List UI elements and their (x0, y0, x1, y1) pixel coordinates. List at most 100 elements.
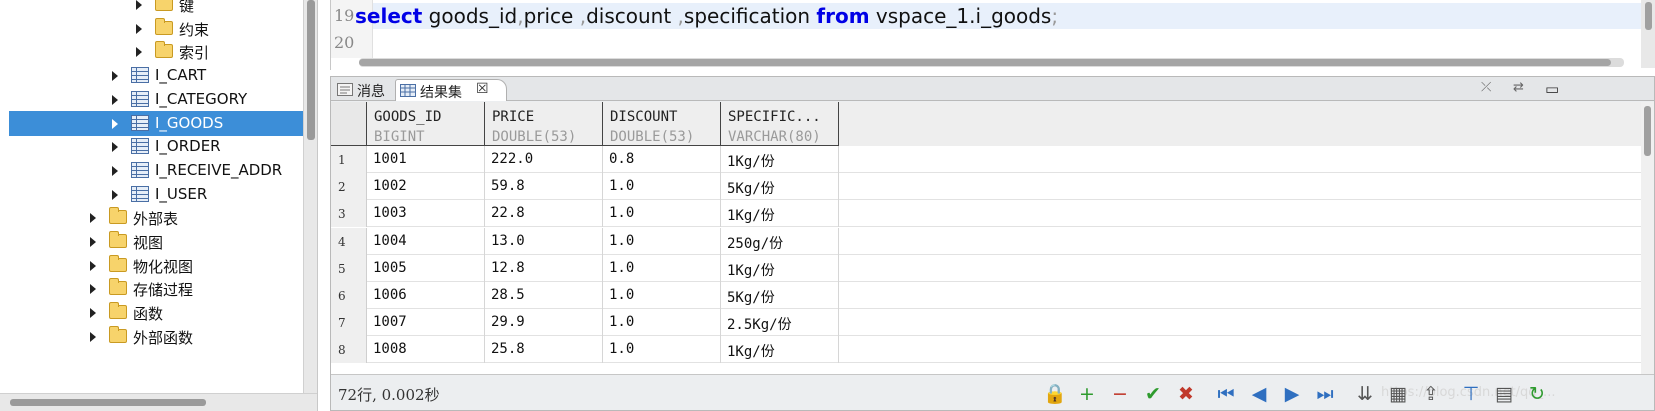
tree-vertical-scrollbar[interactable] (303, 0, 317, 393)
table-row[interactable]: 8 1008 25.8 1.0 1Kg/份 (331, 336, 1654, 364)
table-row[interactable]: 7 1007 29.9 1.0 2.5Kg/份 (331, 309, 1654, 337)
table-cell[interactable]: 1.0 (603, 254, 721, 282)
tab-result-set[interactable]: 结果集 ☒ (395, 79, 507, 101)
tree-item[interactable]: I_ORDER (0, 134, 304, 159)
filter-icon[interactable]: ⊤ (1460, 383, 1482, 405)
result-grid[interactable]: GOODS_ID BIGINT PRICE DOUBLE(53) DISCOUN… (331, 102, 1654, 374)
table-cell[interactable]: 1008 (367, 336, 485, 364)
editor-horizontal-scrollbar[interactable] (359, 58, 1624, 67)
expand-arrow-icon[interactable] (90, 260, 96, 271)
fetch-all-icon[interactable]: ⇊ (1354, 383, 1376, 405)
table-cell[interactable]: 1005 (367, 254, 485, 282)
expand-arrow-icon[interactable] (90, 308, 96, 319)
expand-arrow-icon[interactable] (90, 213, 96, 224)
table-cell[interactable]: 1Kg/份 (721, 254, 839, 282)
row-number[interactable]: 4 (331, 227, 367, 255)
row-number[interactable]: 3 (331, 200, 367, 228)
tree-item[interactable]: I_RECEIVE_ADDR (0, 158, 304, 183)
table-cell[interactable]: 250g/份 (721, 227, 839, 255)
table-row[interactable]: 4 1004 13.0 1.0 250g/份 (331, 227, 1654, 255)
editor-vertical-scroll-thumb[interactable] (1645, 2, 1652, 30)
table-cell[interactable]: 28.5 (485, 282, 603, 309)
expand-arrow-icon[interactable] (90, 284, 96, 295)
grid-vertical-scroll-thumb[interactable] (1644, 106, 1651, 156)
tree-item[interactable]: I_CATEGORY (0, 87, 304, 112)
table-cell[interactable]: 59.8 (485, 173, 603, 201)
table-cell[interactable]: 22.8 (485, 200, 603, 228)
editor-horizontal-scroll-thumb[interactable] (359, 59, 1611, 66)
sql-query[interactable]: select goods_id,price ,discount ,specifi… (355, 4, 1058, 28)
first-page-icon[interactable]: ⏮ (1215, 383, 1237, 405)
sql-editor[interactable]: 19 20 select goods_id,price ,discount ,s… (330, 0, 1655, 70)
tree-item[interactable]: 索引 (0, 39, 304, 64)
table-row[interactable]: 5 1005 12.8 1.0 1Kg/份 (331, 254, 1654, 282)
row-number[interactable]: 7 (331, 309, 367, 337)
expand-arrow-icon[interactable] (90, 237, 96, 247)
grid-settings-icon[interactable]: ▦ (1387, 383, 1409, 405)
tree-item[interactable]: 物化视图 (0, 253, 304, 278)
cancel-icon[interactable]: ✖ (1175, 383, 1197, 405)
minimize-panel-icon[interactable]: ⤫ (1481, 80, 1491, 95)
table-cell[interactable]: 1002 (367, 173, 485, 201)
restore-panel-icon[interactable]: ⇄ (1513, 80, 1524, 95)
expand-arrow-icon[interactable] (136, 47, 142, 58)
column-header[interactable]: SPECIFIC... VARCHAR(80) (721, 102, 839, 146)
table-cell[interactable]: 222.0 (485, 146, 603, 173)
table-row[interactable]: 2 1002 59.8 1.0 5Kg/份 (331, 173, 1654, 201)
tab-messages[interactable]: 消息 (333, 79, 395, 101)
table-cell[interactable]: 1004 (367, 227, 485, 255)
tree-item[interactable]: 键 (0, 0, 304, 17)
table-view-icon[interactable]: ▤ (1493, 383, 1515, 405)
tree-vertical-scroll-thumb[interactable] (307, 0, 315, 140)
expand-arrow-icon[interactable] (136, 0, 142, 10)
table-row[interactable]: 3 1003 22.8 1.0 1Kg/份 (331, 200, 1654, 228)
delete-row-icon[interactable]: − (1109, 383, 1131, 405)
refresh-icon[interactable]: ↻ (1526, 383, 1548, 405)
expand-arrow-icon[interactable] (112, 118, 118, 129)
prev-page-icon[interactable]: ◀ (1248, 383, 1270, 405)
table-cell[interactable]: 0.8 (603, 146, 721, 173)
row-number[interactable]: 8 (331, 336, 367, 364)
table-cell[interactable]: 1.0 (603, 227, 721, 255)
table-cell[interactable]: 1007 (367, 309, 485, 337)
maximize-panel-icon[interactable]: ▭ (1545, 80, 1559, 98)
tree-horizontal-scroll-thumb[interactable] (10, 399, 206, 406)
last-page-icon[interactable]: ⏭ (1314, 383, 1336, 405)
tree-item[interactable]: 视图 (0, 229, 304, 254)
next-page-icon[interactable]: ▶ (1281, 383, 1303, 405)
tree-item[interactable]: 函数 (0, 300, 304, 325)
tree-item[interactable]: I_CART (0, 63, 304, 88)
expand-arrow-icon[interactable] (112, 142, 118, 153)
lock-icon[interactable]: 🔒 (1043, 383, 1067, 405)
row-number[interactable]: 5 (331, 254, 367, 282)
table-cell[interactable]: 5Kg/份 (721, 282, 839, 309)
table-cell[interactable]: 1001 (367, 146, 485, 173)
expand-arrow-icon[interactable] (112, 189, 118, 200)
table-cell[interactable]: 5Kg/份 (721, 173, 839, 201)
expand-arrow-icon[interactable] (90, 331, 96, 342)
column-header[interactable]: GOODS_ID BIGINT (367, 102, 485, 146)
table-cell[interactable]: 1Kg/份 (721, 146, 839, 173)
expand-arrow-icon[interactable] (136, 23, 142, 34)
table-cell[interactable]: 1.0 (603, 309, 721, 337)
row-number[interactable]: 6 (331, 282, 367, 309)
tree-item[interactable]: 外部表 (0, 205, 304, 230)
table-row[interactable]: 1 1001 222.0 0.8 1Kg/份 (331, 146, 1654, 173)
grid-vertical-scrollbar[interactable] (1641, 102, 1654, 374)
tree-item[interactable]: I_USER (0, 182, 304, 207)
table-cell[interactable]: 1.0 (603, 336, 721, 364)
table-cell[interactable]: 25.8 (485, 336, 603, 364)
expand-arrow-icon[interactable] (112, 165, 118, 176)
row-number[interactable]: 1 (331, 146, 367, 173)
table-cell[interactable]: 2.5Kg/份 (721, 309, 839, 337)
table-cell[interactable]: 1.0 (603, 200, 721, 228)
expand-arrow-icon[interactable] (112, 71, 118, 82)
table-cell[interactable]: 29.9 (485, 309, 603, 337)
export-icon[interactable]: ⇪ (1420, 383, 1442, 405)
table-row[interactable]: 6 1006 28.5 1.0 5Kg/份 (331, 282, 1654, 309)
tree-item[interactable]: 存储过程 (0, 276, 304, 301)
tree-horizontal-scrollbar[interactable] (0, 393, 317, 411)
close-tab-icon[interactable]: ☒ (476, 81, 489, 97)
row-number[interactable]: 2 (331, 173, 367, 201)
tree-item[interactable]: 约束 (0, 16, 304, 41)
